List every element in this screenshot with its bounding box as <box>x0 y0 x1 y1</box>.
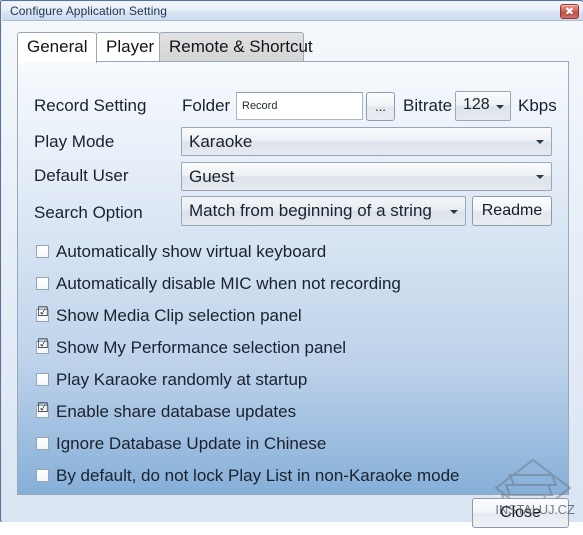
check-glyph <box>37 466 48 479</box>
play-mode-label: Play Mode <box>34 132 115 151</box>
tab-player[interactable]: Player <box>96 32 160 61</box>
checkbox-no-lock-playlist[interactable] <box>36 469 49 482</box>
search-option-label: Search Option <box>34 203 143 222</box>
checkbox-virtual-keyboard[interactable] <box>36 245 49 258</box>
check-glyph <box>37 242 48 255</box>
checkbox-label: Show Media Clip selection panel <box>56 306 302 325</box>
check-glyph <box>37 434 48 447</box>
checkbox-media-clip-panel[interactable]: ☑ <box>36 305 49 322</box>
check-glyph: ☑ <box>37 401 49 416</box>
close-icon: ✖ <box>564 5 575 18</box>
chevron-down-icon <box>536 175 544 179</box>
dialog-body: General Player Remote & Shortcut Record … <box>2 21 583 528</box>
readme-button[interactable]: Readme <box>472 196 552 226</box>
bitrate-unit-label: Kbps <box>518 96 557 115</box>
check-glyph <box>37 274 48 287</box>
checkbox-label: Enable share database updates <box>56 402 297 421</box>
check-glyph: ☑ <box>37 337 49 352</box>
tab-remote-shortcut[interactable]: Remote & Shortcut <box>159 32 313 61</box>
chevron-down-icon <box>450 210 458 214</box>
tab-general[interactable]: General <box>17 32 97 63</box>
search-option-combobox[interactable]: Match from beginning of a string <box>181 196 466 226</box>
checkbox-label: Play Karaoke randomly at startup <box>56 370 308 389</box>
check-glyph <box>37 370 48 383</box>
bitrate-combobox[interactable]: 128 <box>455 91 511 121</box>
title-bar[interactable]: Configure Application Setting ✖ <box>2 2 583 21</box>
checkbox-label: Ignore Database Update in Chinese <box>56 434 327 453</box>
checkbox-disable-mic[interactable] <box>36 277 49 290</box>
record-folder-input[interactable] <box>236 92 363 120</box>
close-button[interactable]: Close <box>472 498 569 528</box>
checkbox-label: Show My Performance selection panel <box>56 338 347 357</box>
browse-folder-button[interactable]: ... <box>366 92 395 121</box>
window-title: Configure Application Setting <box>10 4 168 18</box>
folder-label: Folder <box>182 96 231 115</box>
play-mode-value: Karaoke <box>189 132 253 151</box>
bitrate-value: 128 <box>463 96 490 113</box>
checkbox-random-startup[interactable] <box>36 373 49 386</box>
checkbox-share-database[interactable]: ☑ <box>36 401 49 418</box>
default-user-label: Default User <box>34 166 129 185</box>
play-mode-combobox[interactable]: Karaoke <box>181 127 552 156</box>
chevron-down-icon <box>536 140 544 144</box>
record-setting-label: Record Setting <box>34 96 147 115</box>
search-option-value: Match from beginning of a string <box>189 201 432 220</box>
default-user-combobox[interactable]: Guest <box>181 162 552 191</box>
checkbox-my-performance-panel[interactable]: ☑ <box>36 337 49 354</box>
checkbox-label: Automatically disable MIC when not recor… <box>56 274 401 293</box>
check-glyph: ☑ <box>37 305 49 320</box>
general-tab-panel: Record Setting Folder ... Bitrate 128 Kb… <box>17 61 569 495</box>
chevron-down-icon <box>496 105 504 109</box>
checkbox-label: Automatically show virtual keyboard <box>56 242 327 261</box>
dialog-window: Configure Application Setting ✖ General … <box>0 0 583 528</box>
checkbox-label: By default, do not lock Play List in non… <box>56 466 460 485</box>
close-window-button[interactable]: ✖ <box>560 4 579 19</box>
checkbox-ignore-chinese-update[interactable] <box>36 437 49 450</box>
default-user-value: Guest <box>189 167 235 186</box>
bitrate-label: Bitrate <box>403 96 453 115</box>
